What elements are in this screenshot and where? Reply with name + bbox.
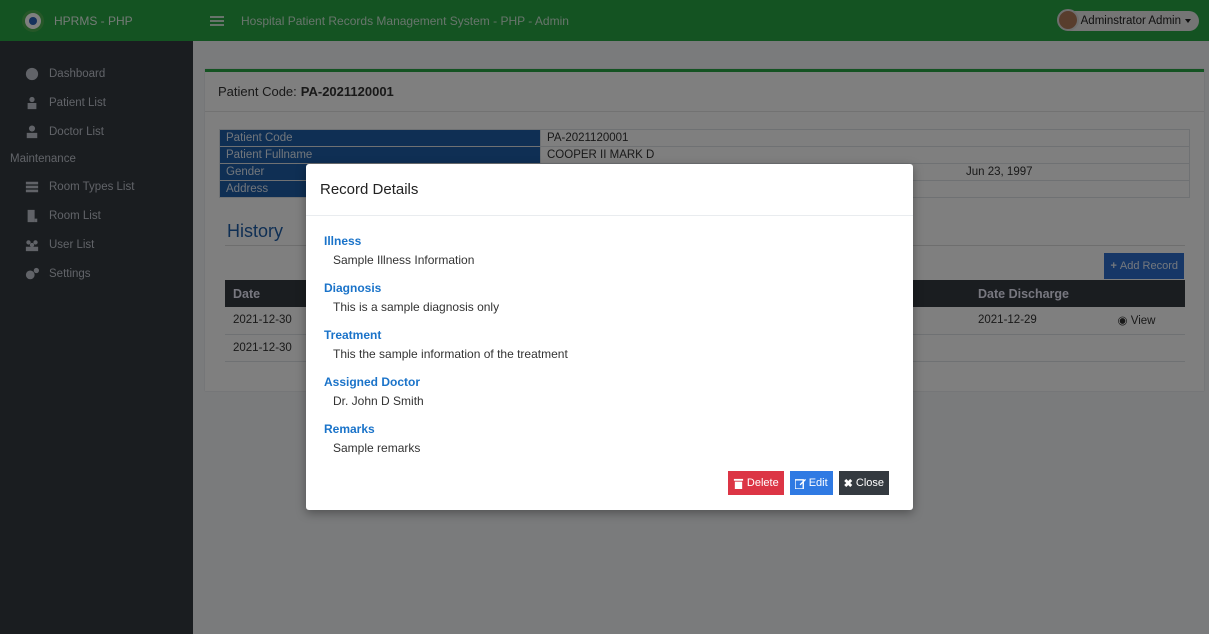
trash-icon: [733, 478, 743, 489]
close-icon: ✖: [843, 477, 853, 490]
delete-button[interactable]: Delete: [727, 471, 784, 495]
treatment-label: Treatment: [324, 328, 382, 342]
delete-label: Delete: [746, 477, 779, 489]
modal-body: Illness Sample Illness Information Diagn…: [306, 216, 913, 469]
record-details-modal: Record Details Illness Sample Illness In…: [306, 164, 913, 510]
treatment-value: This the sample information of the treat…: [333, 347, 568, 361]
edit-icon: [794, 478, 806, 489]
remarks-value: Sample remarks: [333, 441, 421, 455]
illness-value: Sample Illness Information: [333, 253, 475, 267]
diagnosis-label: Diagnosis: [324, 281, 382, 295]
edit-label: Edit: [808, 477, 828, 489]
edit-button[interactable]: Edit: [789, 471, 833, 495]
modal-footer: Delete Edit ✖ Close: [727, 471, 889, 495]
diagnosis-value: This is a sample diagnosis only: [333, 300, 500, 314]
remarks-label: Remarks: [324, 422, 375, 436]
assigned-doctor-label: Assigned Doctor: [324, 375, 421, 389]
close-label: Close: [855, 477, 884, 489]
assigned-doctor-value: Dr. John D Smith: [333, 394, 424, 408]
modal-title: Record Details: [306, 164, 913, 216]
close-button[interactable]: ✖ Close: [838, 471, 889, 495]
illness-label: Illness: [324, 234, 362, 248]
